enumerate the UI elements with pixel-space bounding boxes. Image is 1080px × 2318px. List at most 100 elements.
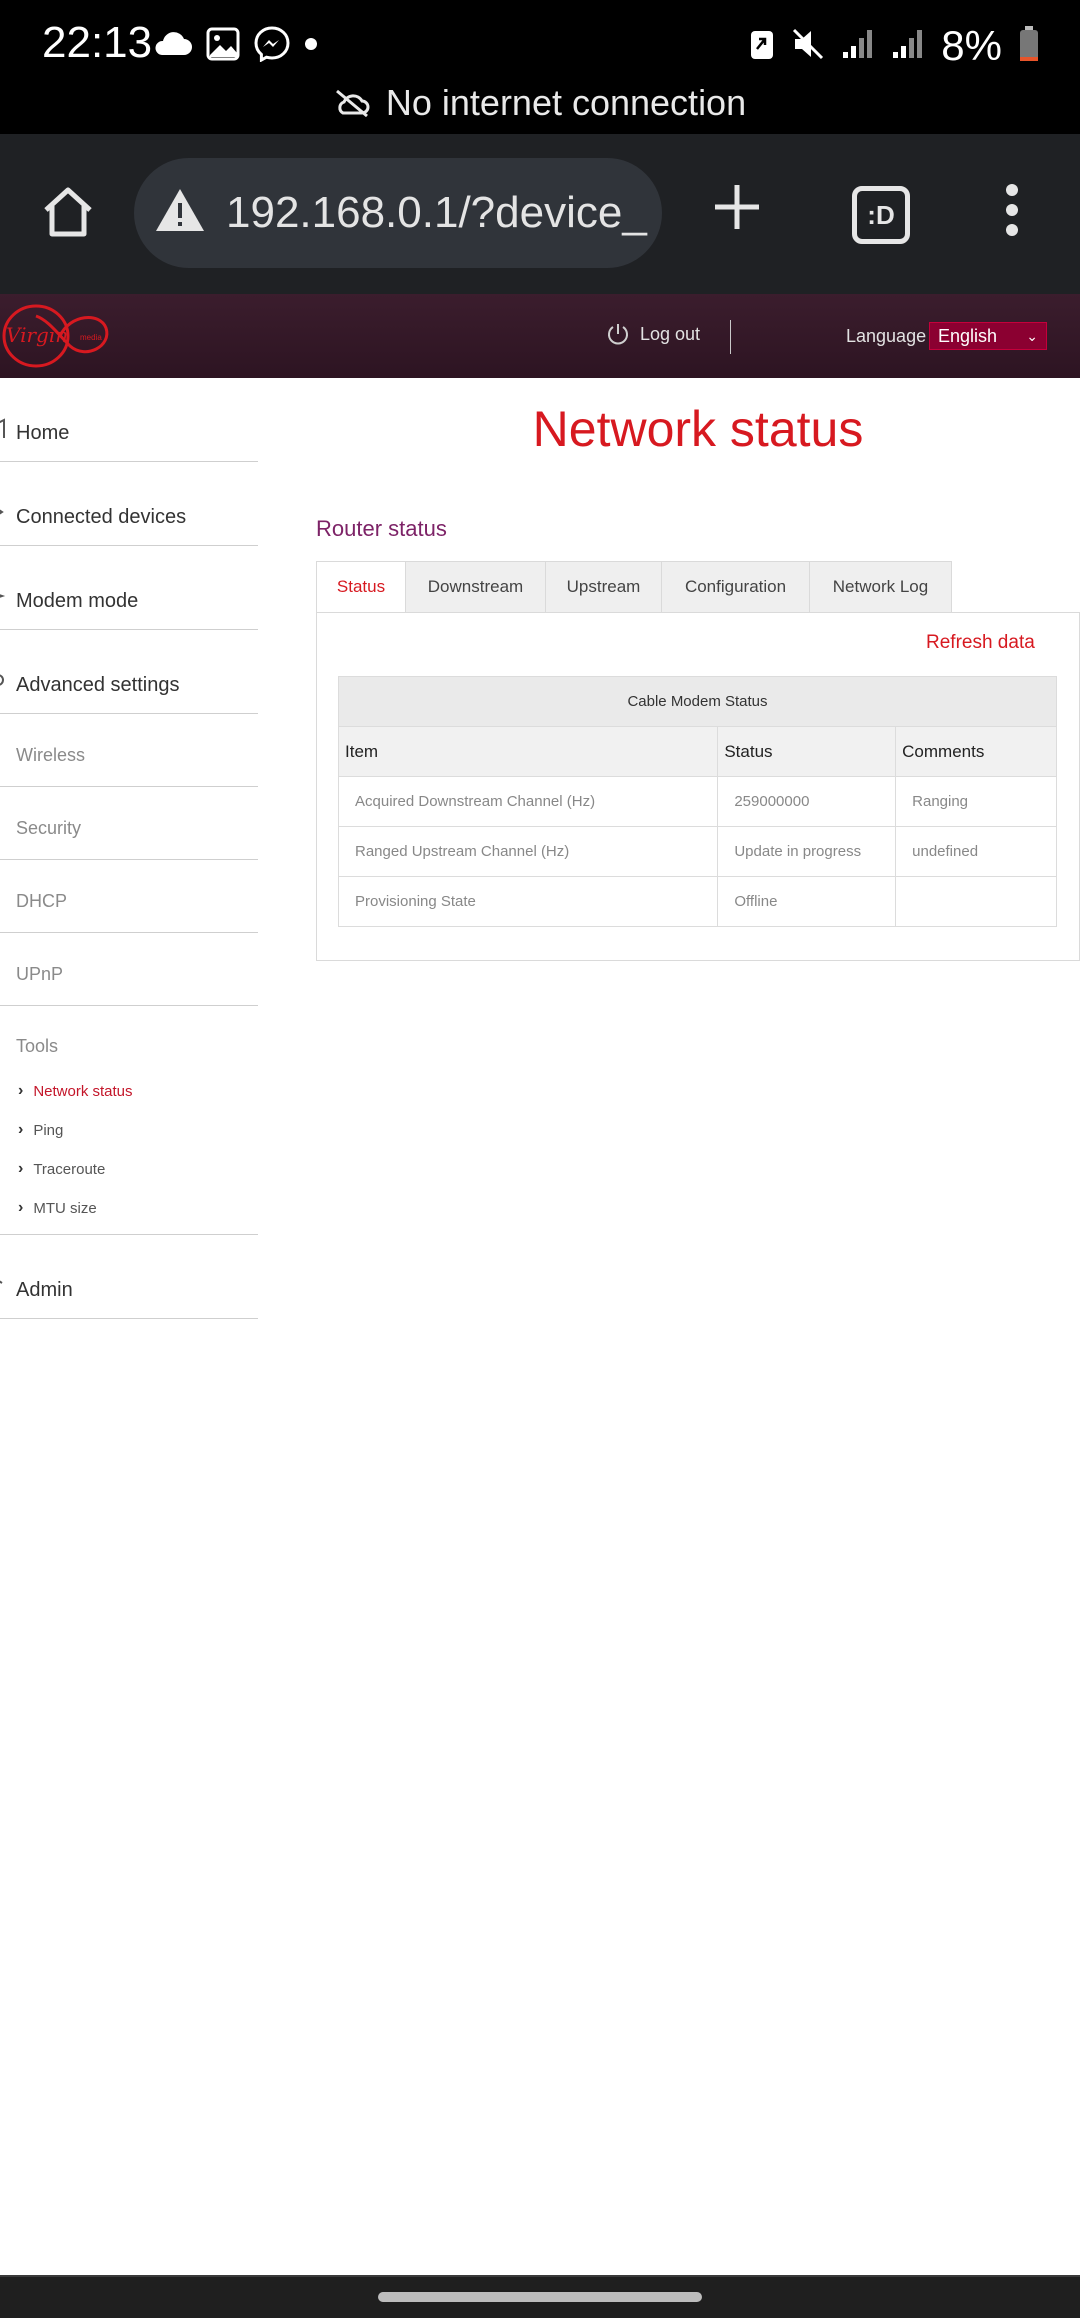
tool-item-label: Traceroute xyxy=(33,1160,106,1178)
tab-network-log[interactable]: Network Log xyxy=(810,561,952,613)
table-cell: Provisioning State xyxy=(337,876,719,927)
section-title: Router status xyxy=(316,516,447,541)
devices-icon xyxy=(0,502,8,527)
sidebar-item-label: Admin xyxy=(16,1279,73,1301)
url-text: 192.168.0.1/?device_ xyxy=(226,188,647,237)
mute-icon xyxy=(791,27,825,66)
signal-icon-2 xyxy=(891,28,925,65)
chevron-right-icon: › xyxy=(18,1082,24,1099)
tools-label[interactable]: Tools xyxy=(16,1036,58,1057)
connection-notice-text: No internet connection xyxy=(385,82,747,123)
browser-menu-button[interactable] xyxy=(1002,182,1022,243)
page-title: Network status xyxy=(532,401,864,457)
home-icon xyxy=(44,187,92,237)
cable-modem-status-table: Cable Modem Status Item Status Comments … xyxy=(337,676,1057,927)
chevron-right-icon: › xyxy=(18,1160,24,1177)
sidebar-item-dhcp[interactable]: DHCP xyxy=(0,860,258,933)
sidebar-subitem-label: DHCP xyxy=(16,891,68,911)
tab-label: Network Log xyxy=(832,577,929,596)
browser-toolbar: 192.168.0.1/?device_ :D xyxy=(0,134,1080,294)
sidebar-item-connected-devices[interactable]: Connected devices xyxy=(0,462,258,546)
tab-switcher-button[interactable]: :D xyxy=(852,186,910,244)
battery-percent: 8% xyxy=(941,22,1002,69)
table-cell: Update in progress xyxy=(717,826,897,877)
sidebar-item-wireless[interactable]: Wireless xyxy=(0,714,258,787)
logout-button[interactable]: Log out xyxy=(606,322,700,346)
warning-icon xyxy=(154,186,206,239)
url-bar[interactable]: 192.168.0.1/?device_ xyxy=(134,158,662,268)
table-cell: Offline xyxy=(717,876,897,927)
sidebar-item-upnp[interactable]: UPnP xyxy=(0,933,258,1006)
sidebar-item-traceroute[interactable]: › Traceroute xyxy=(18,1160,105,1178)
system-navigation-bar xyxy=(0,2275,1080,2318)
sidebar-item-advanced-settings[interactable]: Advanced settings xyxy=(0,630,258,714)
cloud-icon xyxy=(152,31,192,62)
home-button[interactable] xyxy=(40,184,96,240)
admin-icon xyxy=(0,1275,8,1300)
sidebar-item-security[interactable]: Security xyxy=(0,787,258,860)
language-label: Language xyxy=(846,326,927,346)
sidebar-subitem-label: Wireless xyxy=(16,745,86,765)
table-row: Acquired Downstream Channel (Hz) 2590000… xyxy=(337,776,1057,827)
sidebar-subitem-label: Security xyxy=(16,818,82,838)
router-header: Virgin media Log out Language English ⌄ xyxy=(0,294,1080,378)
tab-status[interactable]: Status xyxy=(316,561,406,613)
tab-configuration[interactable]: Configuration xyxy=(662,561,810,613)
sidebar-item-label: Advanced settings xyxy=(16,674,180,696)
sidebar-tools-group: Tools › Network status › Ping › Tracerou… xyxy=(0,1006,258,1235)
sidebar-item-label: Connected devices xyxy=(16,506,187,528)
sidebar-item-home[interactable]: Home xyxy=(0,378,258,462)
table-cell: undefined xyxy=(895,826,1057,877)
column-header-status: Status xyxy=(717,726,897,777)
table-row: Provisioning State Offline xyxy=(337,876,1057,927)
new-tab-button[interactable] xyxy=(712,182,762,237)
gallery-icon xyxy=(206,27,240,66)
chevron-right-icon: › xyxy=(18,1121,24,1138)
gesture-home-handle[interactable] xyxy=(378,2292,702,2302)
table-cell xyxy=(895,876,1057,927)
header-divider xyxy=(730,320,731,354)
chevron-down-icon: ⌄ xyxy=(1026,328,1038,344)
table-cell: Ranged Upstream Channel (Hz) xyxy=(337,826,719,877)
status-bar: 22:13 8% No internet connection xyxy=(0,0,1080,134)
refresh-data-link[interactable]: Refresh data xyxy=(926,632,1035,654)
tab-label: Upstream xyxy=(566,577,641,596)
sidebar-item-ping[interactable]: › Ping xyxy=(18,1121,63,1139)
tab-label: Status xyxy=(336,577,386,596)
sidebar-item-network-status[interactable]: › Network status xyxy=(18,1082,133,1100)
table-row: Ranged Upstream Channel (Hz) Update in p… xyxy=(337,826,1057,877)
modem-icon xyxy=(0,586,8,611)
plus-icon xyxy=(715,185,759,229)
messenger-icon xyxy=(254,26,290,67)
sidebar-item-admin[interactable]: Admin xyxy=(0,1235,258,1319)
tab-upstream[interactable]: Upstream xyxy=(546,561,662,613)
signal-icon xyxy=(841,28,875,65)
language-value: English xyxy=(938,326,998,346)
sidebar-item-label: Home xyxy=(16,422,70,444)
more-vert-icon xyxy=(1006,184,1018,236)
tab-label: Downstream xyxy=(427,577,524,596)
tool-item-label: Network status xyxy=(33,1082,133,1100)
connection-notice: No internet connection xyxy=(0,82,1080,126)
clock: 22:13 xyxy=(42,18,153,67)
gear-icon xyxy=(0,670,8,695)
language-select[interactable]: English ⌄ xyxy=(929,322,1047,350)
table-caption-row: Cable Modem Status xyxy=(338,676,1057,727)
home-icon xyxy=(0,418,8,443)
sidebar-item-label: Modem mode xyxy=(16,590,139,612)
notification-dot-icon xyxy=(304,37,318,56)
table-header-row: Item Status Comments xyxy=(337,726,1057,777)
column-header-item: Item xyxy=(337,726,719,777)
table-cell: Ranging xyxy=(895,776,1057,827)
battery-icon xyxy=(1018,25,1040,68)
table-caption: Cable Modem Status xyxy=(338,676,1057,727)
logout-label: Log out xyxy=(640,323,701,344)
tool-item-label: Ping xyxy=(33,1121,64,1139)
tab-bar: Status Downstream Upstream Configuration… xyxy=(316,561,952,613)
sidebar-item-modem-mode[interactable]: Modem mode xyxy=(0,546,258,630)
sidebar-item-mtu-size[interactable]: › MTU size xyxy=(18,1199,97,1217)
tab-downstream[interactable]: Downstream xyxy=(406,561,546,613)
svg-text:media: media xyxy=(80,333,102,342)
virgin-media-logo[interactable]: Virgin media xyxy=(0,294,112,383)
sidebar-subitem-label: UPnP xyxy=(16,964,64,984)
